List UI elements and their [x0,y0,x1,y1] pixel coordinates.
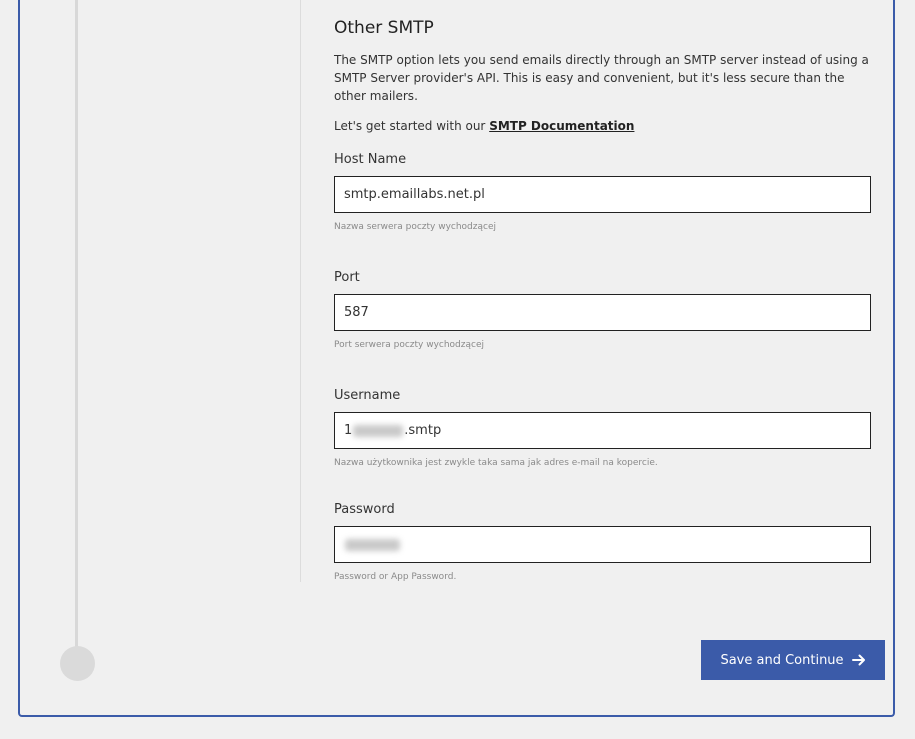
intro-text: Let's get started with our [334,119,490,133]
username-input[interactable]: 1 .smtp [334,412,871,449]
step-indicator-dot [60,646,95,681]
username-group: Username 1 .smtp Nazwa użytkownika jest z… [334,387,871,469]
password-label: Password [334,502,395,517]
save-and-continue-button[interactable]: Save and Continue [701,640,885,680]
smtp-documentation-link[interactable]: SMTP Documentation [489,119,634,133]
redacted-password [345,538,400,551]
username-value-prefix: 1 [344,423,353,438]
port-group: Port 587 Port serwera poczty wychodzącej [334,269,871,351]
host-name-group: Host Name smtp.emaillabs.net.pl Nazwa se… [334,151,871,233]
smtp-settings-form: Other SMTP The SMTP option lets you send… [334,17,871,583]
step-progress-line [75,0,78,648]
section-description: The SMTP option lets you send emails dir… [334,53,869,103]
port-value: 587 [344,305,369,320]
password-input[interactable] [334,526,871,563]
host-name-value: smtp.emaillabs.net.pl [344,187,485,202]
username-value-suffix: .smtp [404,423,442,438]
documentation-intro: Let's get started with our SMTP Document… [334,117,871,135]
save-button-label: Save and Continue [720,652,844,668]
port-input[interactable]: 587 [334,294,871,331]
redacted-username [353,424,404,437]
password-hint: Password or App Password. [334,572,457,582]
host-name-hint: Nazwa serwera poczty wychodzącej [334,222,496,232]
password-group: Password Password or App Password. [334,501,871,583]
section-title: Other SMTP [334,18,434,38]
port-label: Port [334,270,360,285]
column-divider [300,0,301,582]
host-name-input[interactable]: smtp.emaillabs.net.pl [334,176,871,213]
username-hint: Nazwa użytkownika jest zwykle taka sama … [334,458,658,468]
host-name-label: Host Name [334,152,407,167]
username-label: Username [334,388,401,403]
port-hint: Port serwera poczty wychodzącej [334,340,484,350]
arrow-right-icon [851,653,866,667]
